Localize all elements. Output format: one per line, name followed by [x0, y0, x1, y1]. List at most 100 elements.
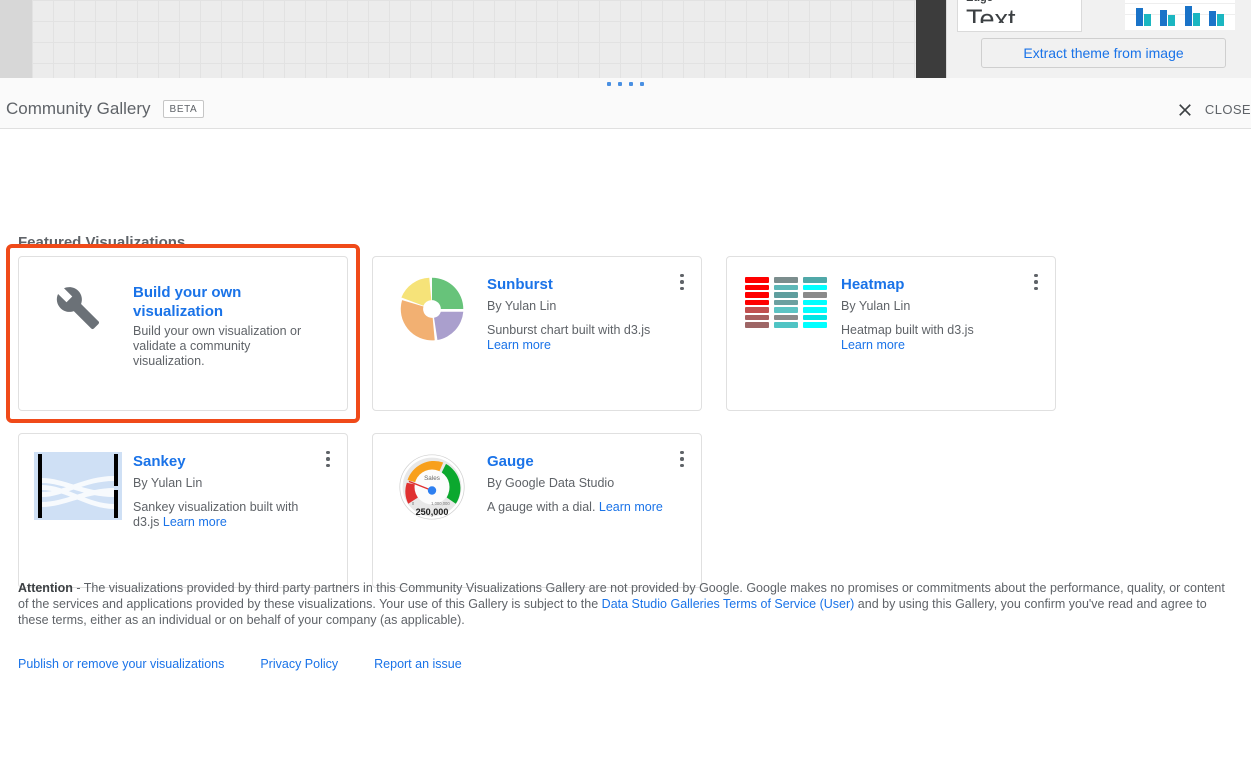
theme-mini-bar-chart — [1125, 0, 1235, 30]
card-gauge[interactable]: Sales 0 1,000,000 250,000 Gauge By Googl… — [372, 433, 702, 588]
card-slot-sankey: Sankey By Yulan Lin Sankey visualization… — [18, 433, 348, 588]
heatmap-cell — [745, 292, 769, 298]
mini-bar — [1144, 14, 1151, 26]
heatmap-cell — [774, 322, 798, 328]
privacy-policy-link[interactable]: Privacy Policy — [260, 657, 338, 671]
extract-theme-from-image-button[interactable]: Extract theme from image — [981, 38, 1226, 68]
card-description: A gauge with a dial. Learn more — [487, 500, 665, 515]
heatmap-column — [745, 277, 769, 328]
card-title[interactable]: Heatmap — [841, 275, 1019, 294]
heatmap-cell — [803, 300, 827, 306]
card-title[interactable]: Build your own visualization — [133, 283, 311, 321]
card-description-text: A gauge with a dial. — [487, 500, 595, 514]
page-title: Community Gallery — [6, 99, 151, 119]
heatmap-cell — [774, 277, 798, 283]
heatmap-cell — [745, 322, 769, 328]
footer-separator — [224, 657, 260, 671]
close-button-label: CLOSE — [1205, 102, 1251, 117]
card-overflow-menu-button[interactable] — [671, 269, 693, 295]
card-sunburst[interactable]: Sunburst By Yulan Lin Sunburst chart bui… — [372, 256, 702, 411]
card-description-text: Sunburst chart built with d3.js — [487, 323, 650, 337]
card-description: Sankey visualization built with d3.js Le… — [133, 500, 311, 530]
editor-gutter — [916, 0, 946, 78]
mini-bar — [1160, 10, 1167, 26]
sankey-diagram-icon — [34, 452, 122, 520]
close-button[interactable]: CLOSE — [1175, 90, 1251, 129]
theme-panel: Edge Text Extract theme from image — [946, 0, 1251, 78]
sunburst-chart-icon-wrapper — [387, 275, 477, 343]
gauge-label: Sales — [424, 475, 440, 482]
report-canvas-grid — [32, 0, 916, 78]
menu-dot — [680, 451, 684, 455]
editor-left-rail — [0, 0, 32, 78]
footer-links: Publish or remove your visualizations Pr… — [18, 657, 462, 671]
menu-dot — [326, 457, 330, 461]
dialog-drag-handle[interactable] — [0, 78, 1251, 90]
card-text-sunburst: Sunburst By Yulan Lin Sunburst chart bui… — [487, 275, 687, 396]
card-slot-heatmap: Heatmap By Yulan Lin Heatmap built with … — [726, 256, 1056, 411]
card-author: By Yulan Lin — [841, 297, 1019, 315]
card-heatmap[interactable]: Heatmap By Yulan Lin Heatmap built with … — [726, 256, 1056, 411]
mini-bar — [1185, 6, 1192, 26]
menu-dot — [680, 457, 684, 461]
card-description: Build your own visualization or validate… — [133, 324, 311, 369]
heatmap-cell — [774, 307, 798, 313]
card-text-gauge: Gauge By Google Data Studio A gauge with… — [487, 452, 687, 573]
card-title[interactable]: Sankey — [133, 452, 311, 471]
footer-separator — [338, 657, 374, 671]
attention-disclaimer: Attention - The visualizations provided … — [18, 580, 1232, 628]
heatmap-chart-icon — [745, 275, 827, 328]
card-slot-build-your-own: Build your own visualization Build your … — [10, 248, 356, 419]
card-text-heatmap: Heatmap By Yulan Lin Heatmap built with … — [841, 275, 1041, 396]
card-row: Build your own visualization Build your … — [18, 256, 1078, 411]
card-build-your-own[interactable]: Build your own visualization Build your … — [18, 256, 348, 411]
visualization-cards-grid: Build your own visualization Build your … — [18, 256, 1078, 610]
gauge-chart-icon: Sales 0 1,000,000 250,000 — [395, 452, 469, 522]
terms-of-service-link[interactable]: Data Studio Galleries Terms of Service (… — [602, 597, 855, 611]
drag-dot — [629, 82, 633, 86]
menu-dot — [1034, 274, 1038, 278]
menu-dot — [326, 464, 330, 468]
heatmap-cell — [803, 315, 827, 321]
community-gallery-dialog: Community Gallery BETA CLOSE Featured Vi… — [0, 78, 1251, 776]
heatmap-column — [774, 277, 798, 328]
dialog-header: Community Gallery BETA CLOSE — [0, 90, 1251, 129]
heatmap-cell — [803, 285, 827, 291]
card-title[interactable]: Sunburst — [487, 275, 665, 294]
wrench-icon-wrapper — [33, 283, 123, 396]
heatmap-cell — [745, 300, 769, 306]
card-overflow-menu-button[interactable] — [671, 446, 693, 472]
learn-more-link[interactable]: Learn more — [841, 338, 905, 352]
menu-dot — [680, 280, 684, 284]
gauge-max-tick: 1,000,000 — [431, 501, 450, 506]
drag-dot — [640, 82, 644, 86]
heatmap-cell — [803, 322, 827, 328]
heatmap-chart-icon-wrapper — [741, 275, 831, 343]
menu-dot — [680, 464, 684, 468]
menu-dot — [680, 274, 684, 278]
sunburst-chart-icon — [395, 275, 469, 343]
card-overflow-menu-button[interactable] — [1025, 269, 1047, 295]
card-text-sankey: Sankey By Yulan Lin Sankey visualization… — [133, 452, 333, 573]
learn-more-link[interactable]: Learn more — [163, 515, 227, 529]
card-overflow-menu-button[interactable] — [317, 446, 339, 472]
card-description: Sunburst chart built with d3.js Learn mo… — [487, 323, 665, 353]
card-sankey[interactable]: Sankey By Yulan Lin Sankey visualization… — [18, 433, 348, 588]
heatmap-cell — [774, 292, 798, 298]
learn-more-link[interactable]: Learn more — [487, 338, 551, 352]
publish-or-remove-link[interactable]: Publish or remove your visualizations — [18, 657, 224, 671]
gauge-chart-icon-wrapper: Sales 0 1,000,000 250,000 — [387, 452, 477, 520]
card-title[interactable]: Gauge — [487, 452, 665, 471]
close-icon — [1175, 100, 1195, 120]
card-description-text: Heatmap built with d3.js — [841, 323, 974, 337]
report-an-issue-link[interactable]: Report an issue — [374, 657, 462, 671]
heatmap-cell — [774, 300, 798, 306]
theme-preview-card: Edge Text — [957, 0, 1082, 32]
learn-more-link[interactable]: Learn more — [599, 500, 663, 514]
heatmap-cell — [803, 277, 827, 283]
drag-dot — [618, 82, 622, 86]
menu-dot — [326, 451, 330, 455]
card-text-build-your-own: Build your own visualization Build your … — [133, 283, 333, 396]
heatmap-cell — [774, 315, 798, 321]
menu-dot — [1034, 287, 1038, 291]
